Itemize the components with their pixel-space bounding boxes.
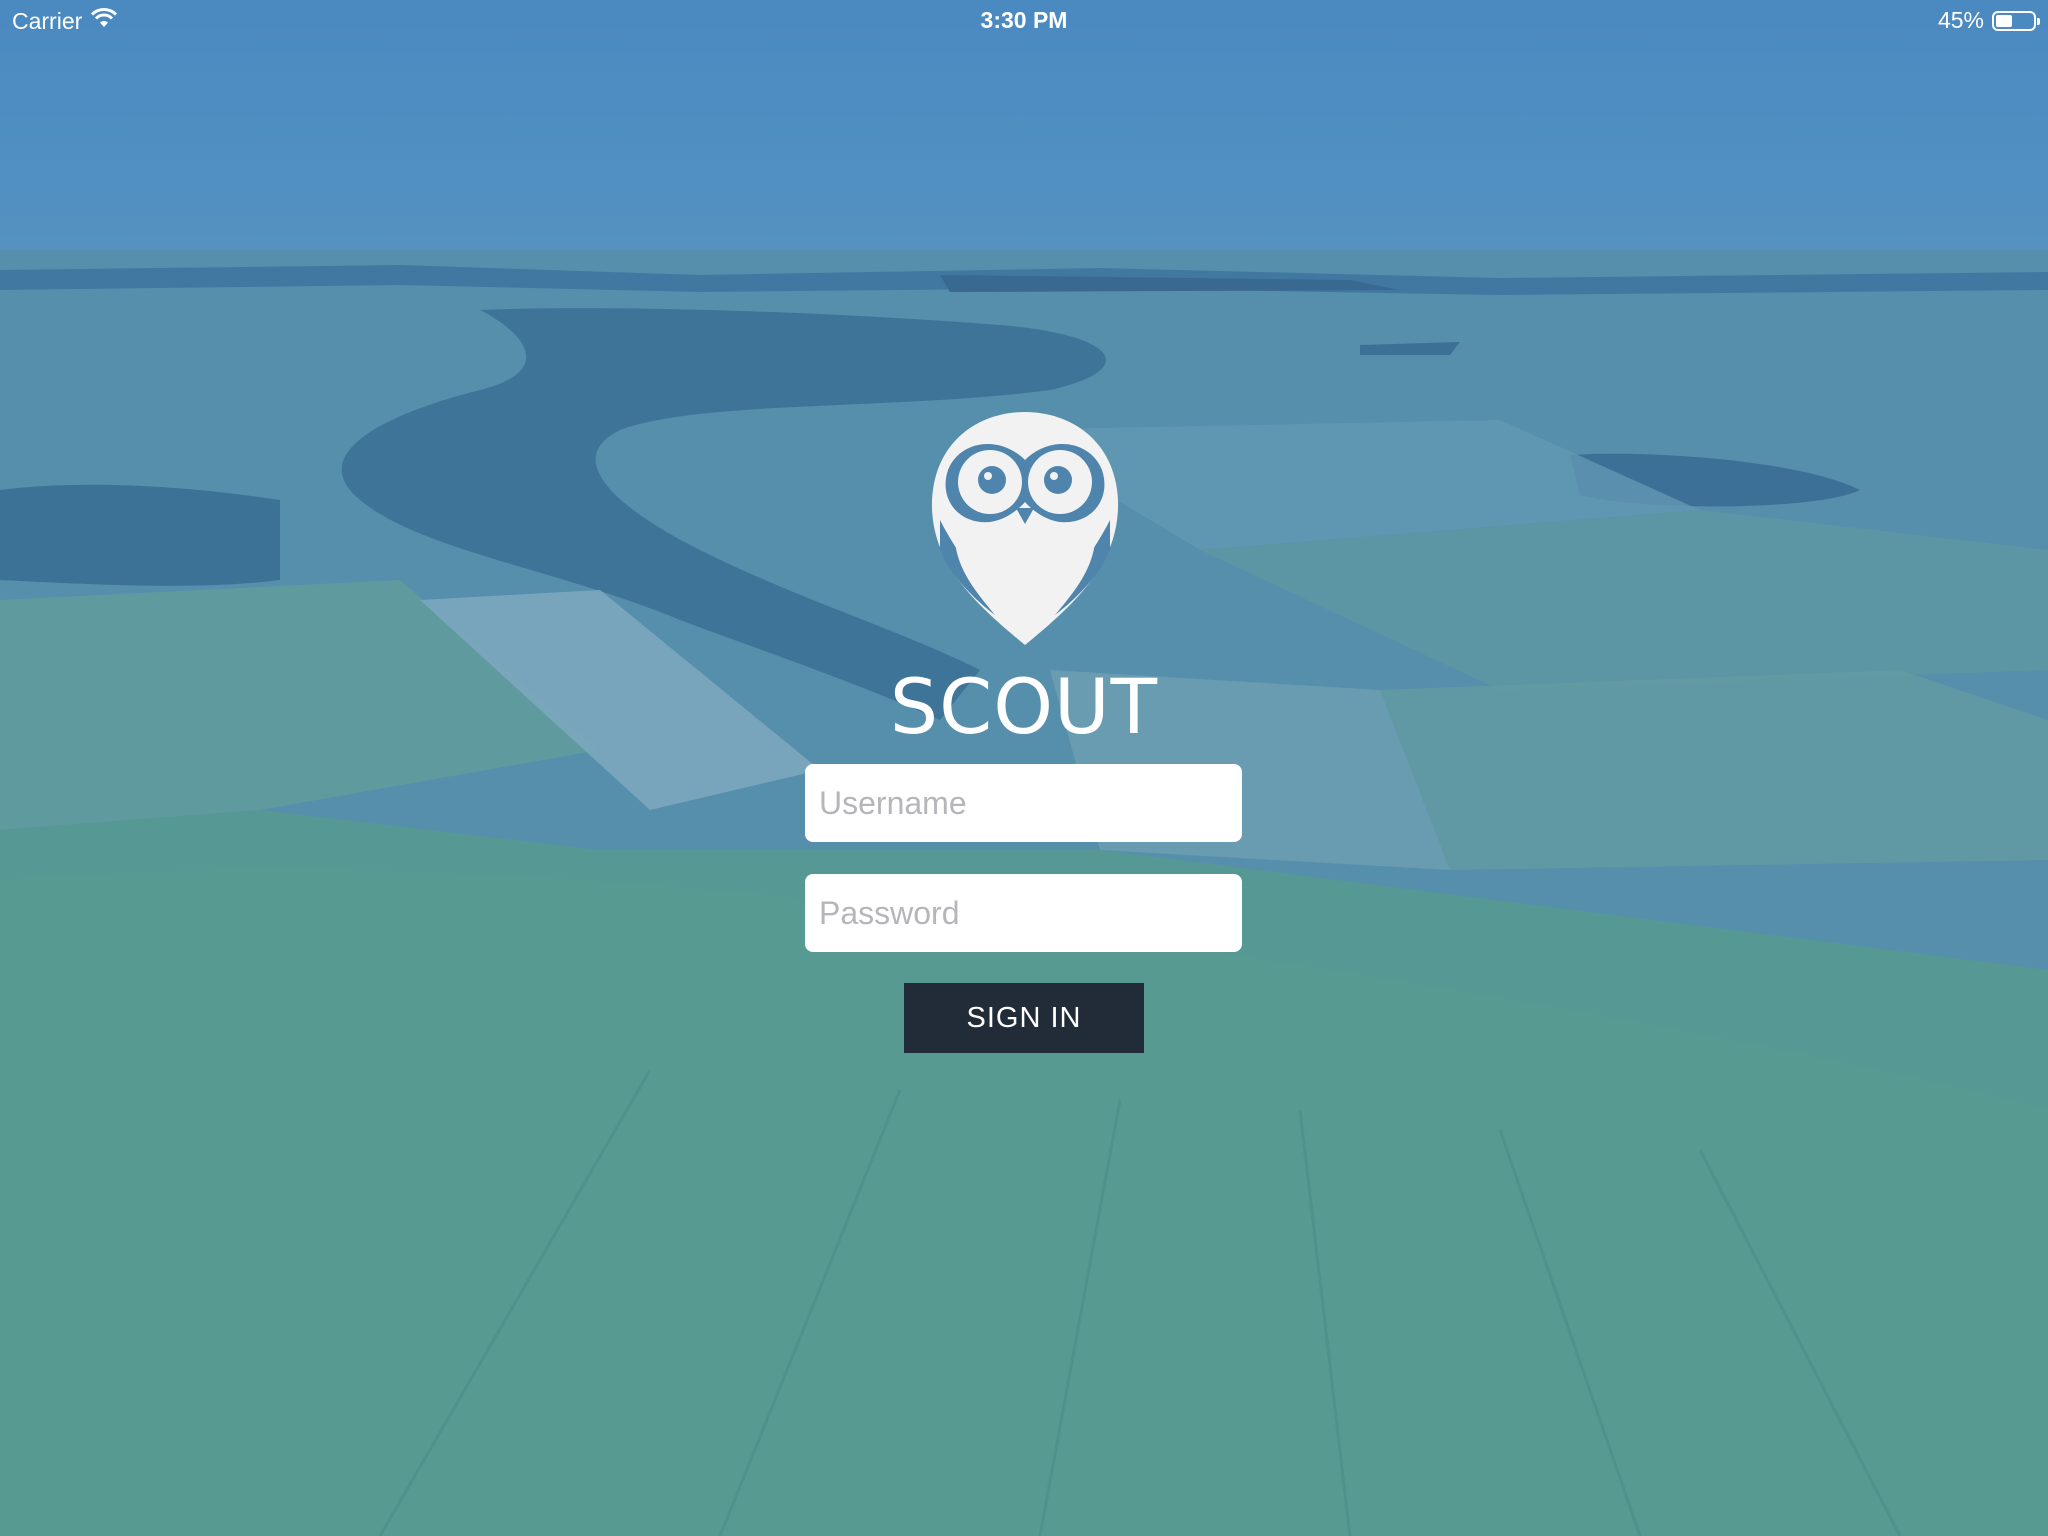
battery-percent: 45%	[1937, 7, 1984, 33]
status-bar: Carrier 3:30 PM 45%	[0, 0, 2048, 40]
sign-in-button[interactable]: SIGN IN	[904, 983, 1144, 1053]
battery-icon	[1992, 10, 2040, 31]
owl-logo-icon	[920, 400, 1130, 650]
status-right: 45%	[1937, 7, 2040, 34]
password-input[interactable]	[805, 874, 1242, 952]
username-input[interactable]	[805, 764, 1242, 842]
status-time: 3:30 PM	[980, 7, 1068, 33]
battery-level	[1996, 14, 2013, 27]
login-screen: Carrier 3:30 PM 45% SCOUT Username SIGN …	[0, 0, 2048, 1536]
app-title: SCOUT	[889, 662, 1159, 751]
battery-tip	[2037, 17, 2040, 25]
